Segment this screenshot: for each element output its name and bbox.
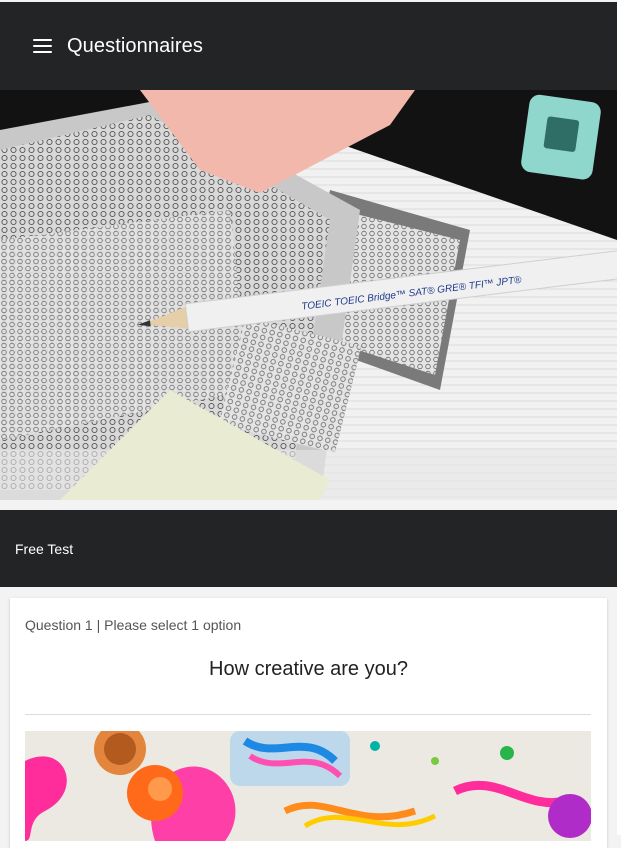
hero-image: TOEIC TOEIC Bridge™ SAT® GRE® TFI™ JPT® [0,90,617,500]
page-edge [617,0,621,835]
paint-splash-illustration [25,731,591,841]
question-text: How creative are you? [209,658,408,680]
answer-sheet-illustration: TOEIC TOEIC Bridge™ SAT® GRE® TFI™ JPT® [0,90,617,500]
question-meta: Question 1 | Please select 1 option [25,617,242,633]
divider [25,714,591,715]
test-name: Free Test [15,541,74,557]
question-card: Question 1 | Please select 1 option How … [10,598,607,848]
app-bar: Questionnaires [0,2,617,90]
test-header: Free Test [0,510,617,587]
app-title: Questionnaires [67,35,203,57]
question-image[interactable] [25,731,591,841]
menu-icon[interactable] [33,39,52,53]
